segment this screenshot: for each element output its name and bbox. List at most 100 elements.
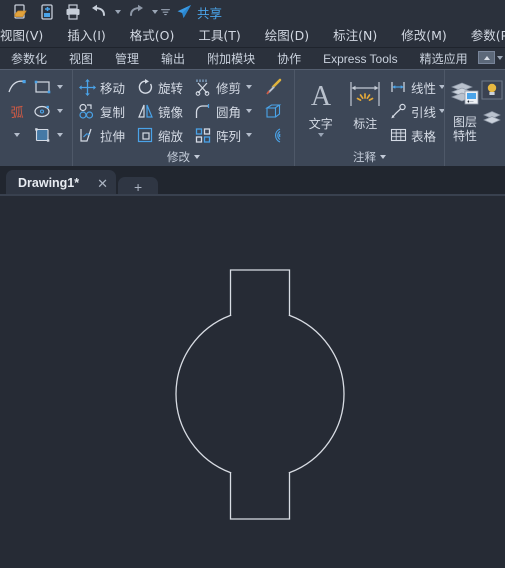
- copy-icon[interactable]: [78, 102, 97, 121]
- stretch-label: 拉伸: [100, 128, 126, 144]
- plot-icon[interactable]: [60, 1, 86, 23]
- quick-access-toolbar: 共享: [0, 0, 505, 24]
- menu-item-insert[interactable]: 插入(I): [55, 24, 117, 47]
- circle-right-arc: [288, 314, 345, 474]
- ribbon-panel-layers: 图层 特性: [444, 70, 504, 166]
- bottom-tab: [229, 472, 291, 520]
- rotate-icon[interactable]: [136, 78, 155, 97]
- layer-properties-button[interactable]: 图层 特性: [448, 77, 482, 166]
- linear-dimension-icon[interactable]: [389, 78, 408, 97]
- layer-stack-icon[interactable]: [482, 108, 502, 127]
- panel-title-modify-label: 修改: [167, 150, 190, 164]
- arc-icon[interactable]: [8, 78, 27, 97]
- text-button[interactable]: A 文字: [298, 75, 343, 148]
- qat-customize-icon[interactable]: [160, 1, 171, 23]
- svg-text:A: A: [311, 81, 332, 112]
- share-button[interactable]: 共享: [175, 3, 222, 22]
- trim-label: 修剪: [216, 80, 242, 96]
- ribbon-panel-draw: 弧: [0, 70, 72, 166]
- ribbon-tab-express-tools[interactable]: Express Tools: [312, 48, 408, 69]
- document-tab-strip: Drawing1* ✕ +: [0, 166, 505, 196]
- rectangle-icon[interactable]: [33, 78, 52, 97]
- table-label: 表格: [411, 128, 437, 144]
- menu-item-parametric[interactable]: 参数(P): [459, 24, 505, 47]
- trim-icon[interactable]: [194, 78, 213, 97]
- rectangle-dropdown-icon[interactable]: [55, 85, 65, 89]
- hatch-dropdown-icon[interactable]: [55, 133, 65, 137]
- layer-state-icon[interactable]: [481, 80, 503, 102]
- drawing-canvas[interactable]: [0, 196, 505, 554]
- fillet-icon[interactable]: [194, 102, 213, 121]
- mirror-icon[interactable]: [136, 102, 155, 121]
- ellipse-icon[interactable]: [33, 102, 52, 121]
- ribbon-tab-bar: 参数化 视图 管理 输出 附加模块 协作 Express Tools 精选应用: [0, 48, 505, 70]
- offset-icon[interactable]: [264, 126, 283, 145]
- ribbon-tab-parametric[interactable]: 参数化: [0, 48, 58, 69]
- dimension-label: 标注: [353, 117, 378, 131]
- ribbon-tab-collaborate[interactable]: 协作: [266, 48, 312, 69]
- ribbon-tab-addins[interactable]: 附加模块: [196, 48, 266, 69]
- undo-dropdown-icon[interactable]: [112, 1, 123, 23]
- redo-dropdown-icon[interactable]: [149, 1, 160, 23]
- stretch-icon[interactable]: [78, 126, 97, 145]
- redo-icon[interactable]: [123, 1, 149, 23]
- hatch-icon[interactable]: [33, 126, 52, 145]
- move-label: 移动: [100, 80, 126, 96]
- scale-label: 缩放: [158, 128, 184, 144]
- menu-item-view[interactable]: 视图(V): [0, 24, 55, 47]
- panel-title-annotation-label: 注释: [353, 150, 376, 164]
- ribbon-tab-output[interactable]: 输出: [150, 48, 196, 69]
- match-properties-icon[interactable]: [264, 78, 283, 97]
- ribbon-minimize-button[interactable]: [478, 51, 503, 64]
- table-icon[interactable]: [389, 126, 408, 145]
- move-icon[interactable]: [78, 78, 97, 97]
- ribbon-panel-annotation: A 文字 标注 线性 引线 表格 注释: [294, 70, 446, 166]
- ribbon-panel-modify: 移动 复制 拉伸 旋转 镜像 缩放 修剪 圆角 阵列 修改: [72, 70, 294, 166]
- document-tab-drawing1[interactable]: Drawing1* ✕: [6, 170, 117, 196]
- ribbon-tab-view[interactable]: 视图: [58, 48, 104, 69]
- panel-title-annotation[interactable]: 注释: [295, 148, 444, 166]
- scale-icon[interactable]: [136, 126, 155, 145]
- menu-item-draw[interactable]: 绘图(D): [253, 24, 321, 47]
- copy-label: 复制: [100, 104, 126, 120]
- mirror-label: 镜像: [158, 104, 184, 120]
- close-icon[interactable]: ✕: [97, 177, 108, 190]
- share-plane-icon: [177, 5, 191, 18]
- drawing-geometry: [175, 269, 345, 520]
- ellipse-dropdown-icon[interactable]: [55, 109, 65, 113]
- ribbon-tab-featured-apps[interactable]: 精选应用: [409, 48, 479, 69]
- linear-dimension-label: 线性: [411, 80, 437, 96]
- open-icon[interactable]: [8, 1, 34, 23]
- layer-properties-label2: 特性: [452, 129, 477, 143]
- ribbon: 弧 移动 复制 拉伸 旋转 镜像 缩放 修剪 圆角 阵列 修改 A 文字 标注 …: [0, 70, 505, 166]
- undo-icon[interactable]: [86, 1, 112, 23]
- fillet-label: 圆角: [216, 104, 242, 120]
- panel-title-modify[interactable]: 修改: [73, 148, 294, 166]
- fillet-dropdown-icon[interactable]: [244, 109, 254, 113]
- menu-item-format[interactable]: 格式(O): [118, 24, 187, 47]
- save-as-icon[interactable]: [34, 1, 60, 23]
- array-dropdown-icon[interactable]: [244, 133, 254, 137]
- array-icon[interactable]: [194, 126, 213, 145]
- ribbon-tab-manage[interactable]: 管理: [104, 48, 150, 69]
- array-label: 阵列: [216, 128, 242, 144]
- layer-properties-icon: [448, 80, 482, 115]
- text-label: 文字: [308, 117, 333, 131]
- 3d-solid-icon[interactable]: [264, 102, 283, 121]
- panel-expand-caret-icon[interactable]: [194, 155, 200, 159]
- dimension-button[interactable]: 标注: [343, 75, 387, 148]
- text-dropdown-icon[interactable]: [317, 133, 324, 137]
- ribbon-minimize-caret-icon[interactable]: [497, 55, 503, 60]
- panel-expand-caret-icon-2[interactable]: [380, 155, 386, 159]
- layer-properties-label: 图层: [452, 115, 477, 129]
- arc-dropdown-icon[interactable]: [12, 133, 22, 137]
- leader-icon[interactable]: [389, 102, 408, 121]
- menu-item-dimension[interactable]: 标注(N): [321, 24, 389, 47]
- rotate-label: 旋转: [158, 80, 184, 96]
- menu-item-modify[interactable]: 修改(M): [389, 24, 459, 47]
- menu-item-tools[interactable]: 工具(T): [186, 24, 252, 47]
- ribbon-minimize-icon: [478, 51, 495, 64]
- trim-dropdown-icon[interactable]: [244, 85, 254, 89]
- cad-application-window: 共享 视图(V) 插入(I) 格式(O) 工具(T) 绘图(D) 标注(N) 修…: [0, 0, 505, 568]
- document-tab-label: Drawing1*: [18, 176, 80, 190]
